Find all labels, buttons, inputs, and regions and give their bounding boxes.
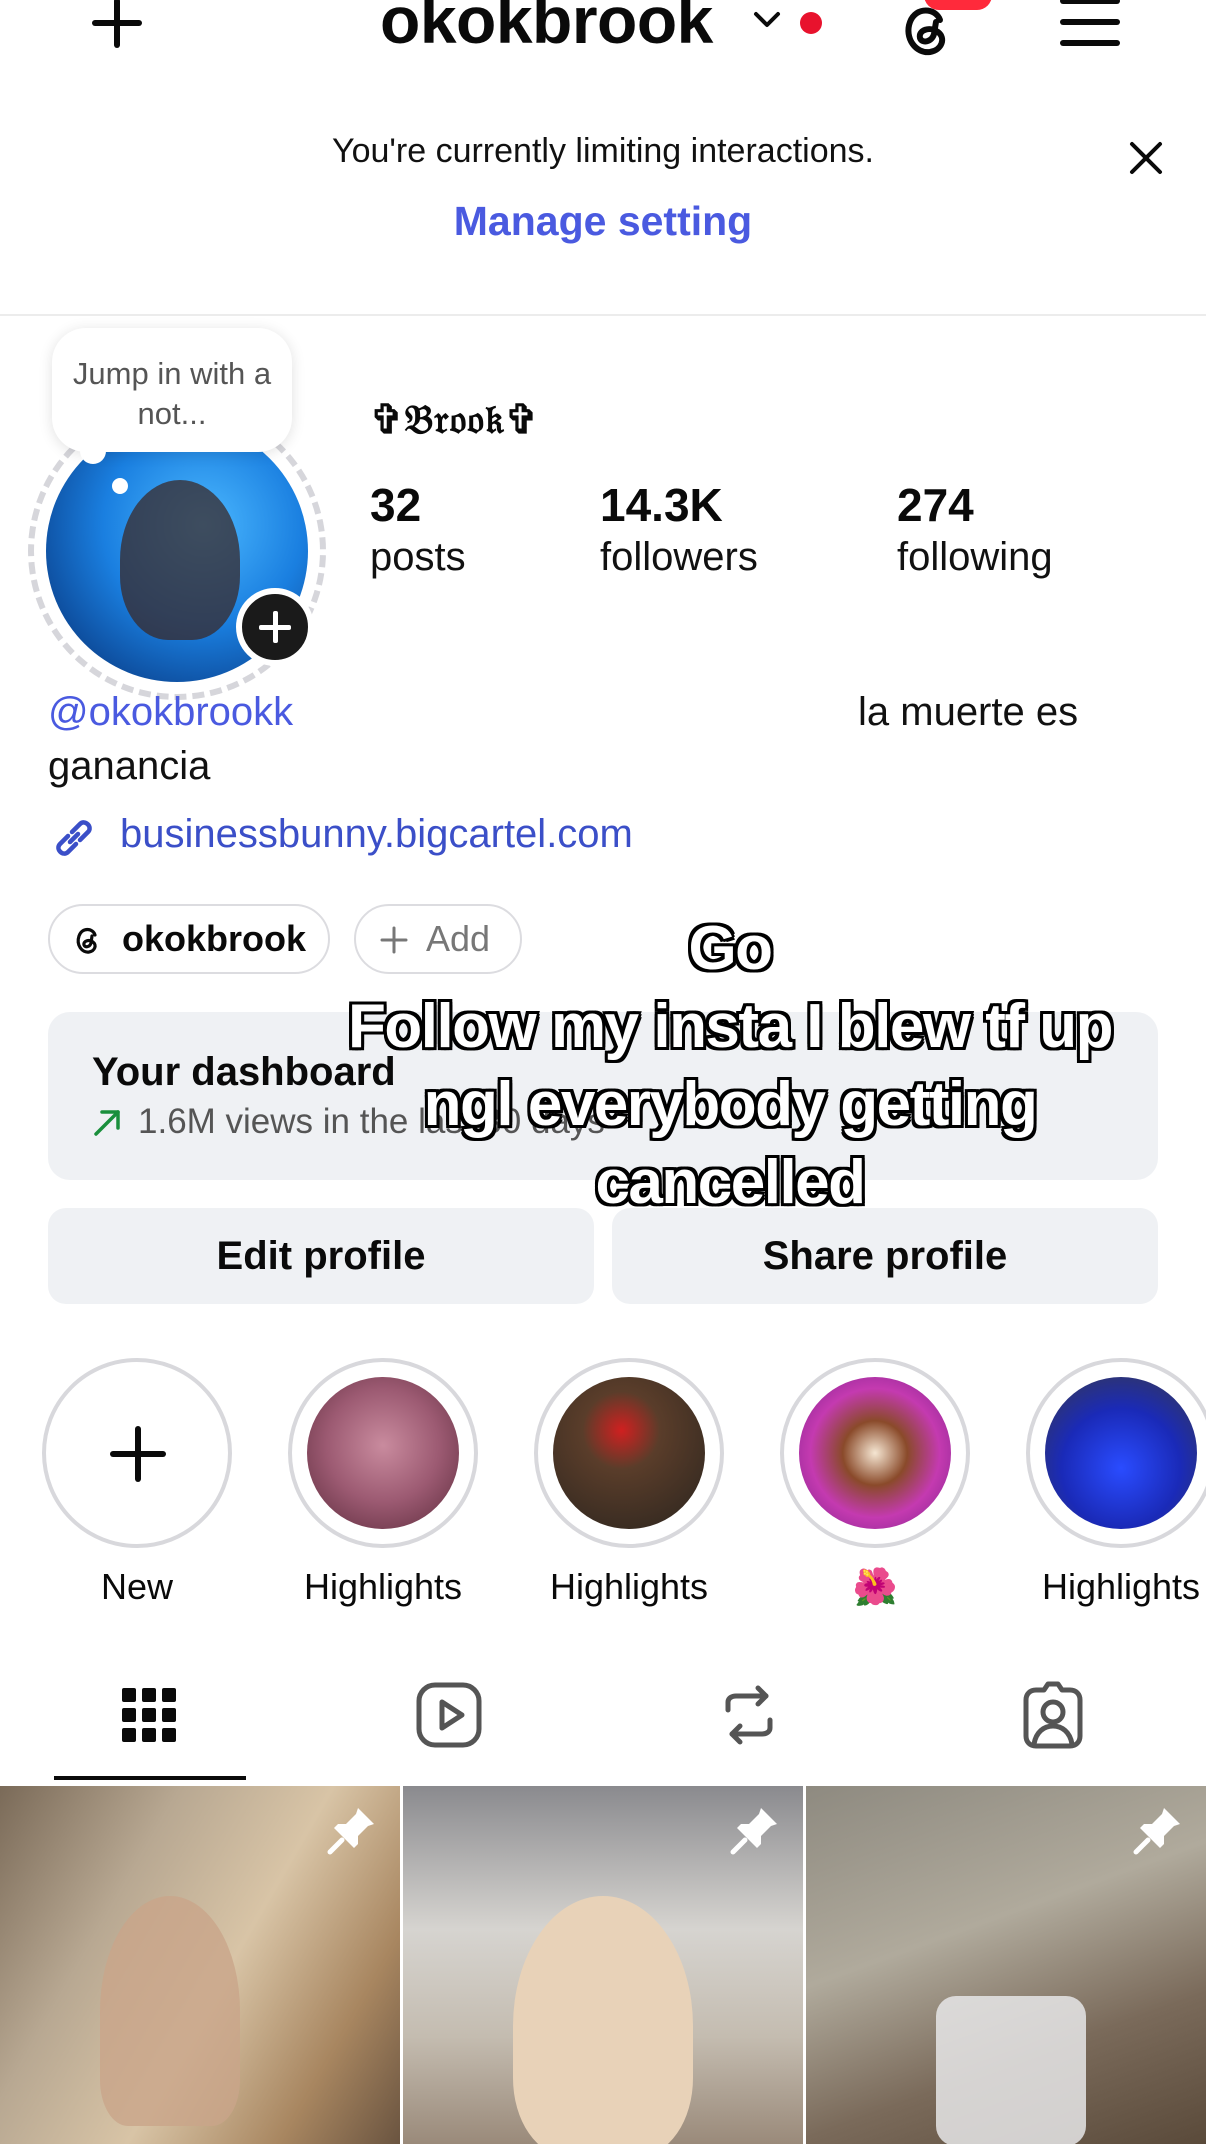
manage-setting-link[interactable]: Manage setting (0, 198, 1206, 245)
highlight-ring (534, 1358, 724, 1548)
stat-followers[interactable]: 14.3K followers (600, 478, 758, 582)
highlight-ring (288, 1358, 478, 1548)
highlight-cover (799, 1377, 951, 1529)
note-bubble[interactable]: Jump in with a not... (52, 328, 292, 452)
threads-profile-pill[interactable]: okokbrook (48, 904, 330, 974)
reposts-icon[interactable] (714, 1680, 784, 1750)
highlight-cover (307, 1377, 459, 1529)
highlight-cover (553, 1377, 705, 1529)
stat-label: following (897, 535, 1053, 579)
limit-notice-text: You're currently limiting interactions. (332, 132, 874, 170)
stat-label: posts (370, 535, 466, 579)
note-bubble-tail (112, 478, 128, 494)
bio-text: la muerte es (858, 690, 1079, 734)
post-photo-figure (513, 1896, 693, 2144)
trend-up-arrow-icon (94, 1110, 120, 1136)
threads-icon (76, 927, 97, 954)
highlight-ring (780, 1358, 970, 1548)
bio-text: ganancia (48, 744, 211, 788)
link-icon (56, 820, 92, 856)
stat-following[interactable]: 274 following (897, 478, 1053, 582)
caption-line: Go (688, 914, 773, 983)
post-thumbnail[interactable] (0, 1786, 400, 2144)
highlight-item[interactable]: Highlights (534, 1358, 724, 1608)
stat-label: followers (600, 535, 758, 579)
highlight-item[interactable]: Highlights (1026, 1358, 1206, 1608)
stat-count: 14.3K (600, 479, 723, 531)
post-thumbnail[interactable] (403, 1786, 803, 2144)
highlight-item[interactable]: Highlights (288, 1358, 478, 1608)
highlight-label: Highlights (549, 1566, 709, 1607)
notification-dot (800, 12, 822, 34)
chevron-down-icon[interactable] (752, 4, 782, 34)
highlight-new[interactable]: New (42, 1358, 232, 1608)
post-thumbnail[interactable] (806, 1786, 1206, 2144)
display-name: ✞𝔅𝔯𝔬𝔬𝔨✞ (370, 396, 540, 443)
close-icon[interactable] (1124, 136, 1168, 180)
highlight-label: 🌺 (852, 1566, 898, 1607)
create-plus-icon[interactable] (80, 0, 150, 56)
divider (0, 314, 1206, 316)
highlight-item[interactable]: 🌺 (780, 1358, 970, 1608)
note-bubble-tail (80, 438, 106, 464)
highlight-label: Highlights (303, 1566, 463, 1607)
highlight-cover (1045, 1377, 1197, 1529)
grid-icon[interactable] (114, 1680, 184, 1750)
edit-profile-button[interactable]: Edit profile (48, 1208, 594, 1304)
tagged-icon[interactable] (1018, 1680, 1088, 1750)
caption-overlay: Go Follow my insta I blew tf up ngl ever… (310, 910, 1150, 1222)
pin-icon (1133, 1808, 1180, 1855)
menu-icon[interactable] (1060, 0, 1124, 50)
post-photo-figure (936, 1996, 1086, 2144)
highlight-ring (1026, 1358, 1206, 1548)
highlight-label: Highlights (1041, 1566, 1201, 1607)
threads-pill-label: okokbrook (122, 918, 307, 959)
stat-count: 274 (897, 479, 974, 531)
pin-icon (730, 1808, 777, 1855)
bio-website-link[interactable]: businessbunny.bigcartel.com (120, 812, 633, 857)
active-tab-indicator (54, 1776, 246, 1780)
highlight-label: New (100, 1566, 174, 1607)
top-bar: okokbrook (0, 0, 1206, 80)
reels-icon[interactable] (414, 1680, 484, 1750)
share-profile-button[interactable]: Share profile (612, 1208, 1158, 1304)
avatar-photo-figure (120, 480, 240, 640)
add-story-icon[interactable] (236, 588, 314, 666)
highlight-new-circle (42, 1358, 232, 1548)
threads-badge (924, 0, 992, 10)
stat-count: 32 (370, 479, 422, 531)
stat-posts[interactable]: 32 posts (370, 478, 466, 582)
post-photo-figure (100, 1896, 240, 2126)
profile-username[interactable]: okokbrook (380, 0, 713, 60)
caption-line: Follow my insta I blew tf up ngl everybo… (347, 992, 1114, 1217)
pin-icon (327, 1808, 374, 1855)
bio-mention-link[interactable]: @okokbrookk (48, 690, 293, 735)
